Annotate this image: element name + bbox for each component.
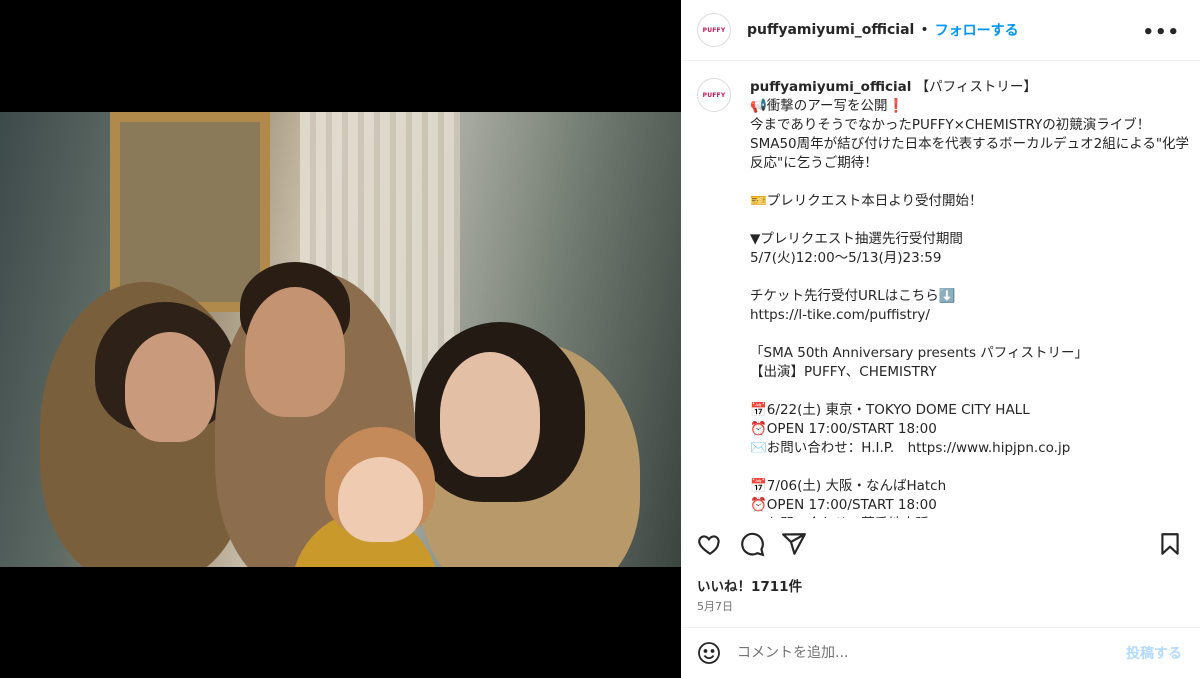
separator-dot: • [920,22,929,38]
comment-icon[interactable] [739,531,765,557]
bookmark-icon[interactable] [1157,531,1183,557]
caption-avatar[interactable]: PUFFY [697,78,731,112]
post-date[interactable]: 5月7日 [697,598,733,614]
caption-avatar-logo-text: PUFFY [702,91,726,99]
person-man-face [245,287,345,417]
post-media [0,0,681,678]
likes-count[interactable]: いいね！1711件 [697,575,802,595]
post-comment-button[interactable]: 投稿する [1126,643,1182,663]
avatar-logo-text: PUFFY [702,26,726,34]
caption-text: 【パフィストリー】 📢衝撃のアー写を公開❗ 今までありそうでなかったPUFFY×… [750,79,1190,518]
caption: PUFFY puffyamiyumi_official 【パフィストリー】 📢衝… [697,78,1192,518]
smiley-icon[interactable] [697,641,721,665]
action-bar [697,531,1187,559]
person-child-face [338,457,423,542]
post-header: PUFFY puffyamiyumi_official • フォローする ••• [681,0,1200,61]
comment-bar: 投稿する [681,627,1200,678]
more-horizontal-icon[interactable]: ••• [1142,22,1180,43]
send-icon[interactable] [781,531,807,557]
username-link[interactable]: puffyamiyumi_official [747,22,914,38]
caption-username[interactable]: puffyamiyumi_official [750,79,911,95]
caption-body: puffyamiyumi_official 【パフィストリー】 📢衝撃のアー写を… [750,78,1192,518]
avatar[interactable]: PUFFY [697,13,731,47]
person-right-face [440,352,540,477]
follow-button[interactable]: フォローする [935,20,1019,40]
comment-input[interactable] [737,645,1117,661]
post-side-panel: PUFFY puffyamiyumi_official • フォローする •••… [681,0,1200,678]
post-photo[interactable] [0,112,681,567]
person-left-face [125,332,215,442]
heart-icon[interactable] [697,531,723,557]
